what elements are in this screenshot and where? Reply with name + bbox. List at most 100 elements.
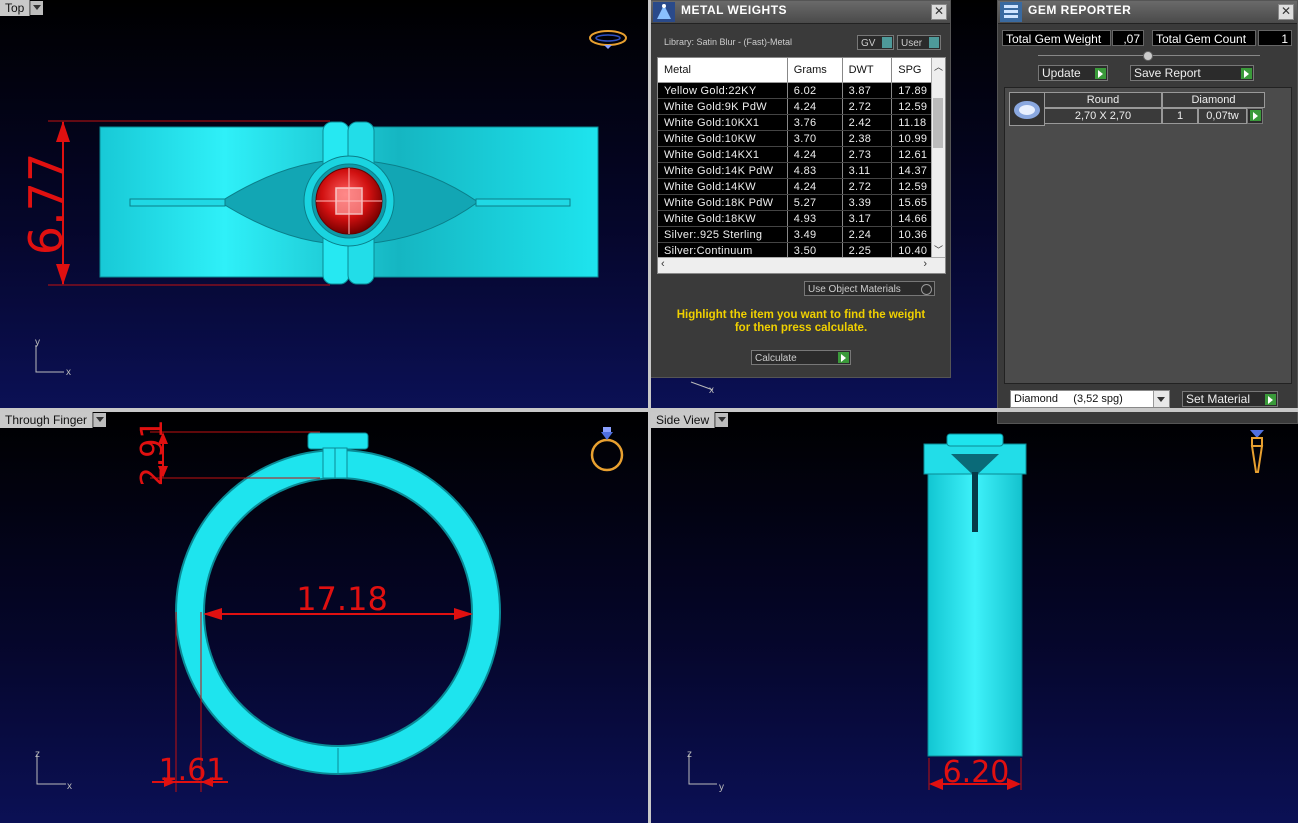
save-report-button[interactable]: Save Report bbox=[1130, 65, 1254, 81]
table-cell: 3.11 bbox=[842, 162, 893, 179]
table-cell: 4.24 bbox=[787, 146, 843, 163]
viewport-divider-vertical[interactable] bbox=[648, 0, 651, 823]
table-cell: 2.72 bbox=[842, 98, 893, 115]
table-cell: White Gold:18K PdW bbox=[658, 194, 788, 211]
play-icon bbox=[1265, 394, 1276, 405]
viewport-label-through-finger[interactable]: Through Finger bbox=[0, 412, 107, 428]
metal-weights-title: METAL WEIGHTS bbox=[681, 3, 788, 17]
axis-label-y: y bbox=[35, 337, 40, 348]
vertical-scrollbar[interactable]: ︿ ﹀ bbox=[931, 58, 945, 258]
horizontal-scrollbar[interactable]: ‹ › bbox=[658, 257, 945, 273]
viewport-through-finger[interactable]: 2.91 17.18 1.61 z x Through Finger bbox=[0, 412, 648, 823]
side-view-canvas: 6.20 z y bbox=[687, 430, 1264, 793]
use-object-materials-toggle[interactable]: Use Object Materials bbox=[804, 281, 935, 296]
chevron-right-icon[interactable]: › bbox=[923, 258, 927, 270]
column-header-metal[interactable]: Metal bbox=[658, 58, 788, 83]
ring-front-icon bbox=[590, 427, 624, 472]
table-cell: 3.76 bbox=[787, 114, 843, 131]
chevron-down-icon bbox=[1153, 391, 1169, 407]
chevron-down-icon[interactable] bbox=[30, 0, 44, 15]
table-cell: 4.93 bbox=[787, 210, 843, 227]
ring-side-icon bbox=[1250, 430, 1264, 473]
table-cell: White Gold:10KX1 bbox=[658, 114, 788, 131]
viewport-side[interactable]: 6.20 z y Side View bbox=[651, 412, 1298, 823]
table-row[interactable]: White Gold:14KX1 4.24 2.73 12.61 bbox=[658, 146, 945, 163]
user-toggle[interactable]: User bbox=[897, 35, 941, 50]
total-gem-count-value: 1 bbox=[1258, 30, 1292, 46]
dimension-band-width: 6.20 bbox=[943, 755, 1010, 790]
dimension-band-thickness: 1.61 bbox=[159, 753, 226, 788]
slider-knob-icon[interactable] bbox=[1143, 51, 1153, 61]
viewport-label-top[interactable]: Top bbox=[0, 0, 44, 16]
table-cell: 2.24 bbox=[842, 226, 893, 243]
table-row[interactable]: White Gold:18KW 4.93 3.17 14.66 bbox=[658, 210, 945, 227]
scale-icon bbox=[653, 2, 675, 22]
play-icon bbox=[1250, 110, 1261, 121]
viewport-label-side[interactable]: Side View bbox=[651, 412, 729, 428]
scroll-thumb[interactable] bbox=[933, 98, 943, 148]
table-cell: White Gold:9K PdW bbox=[658, 98, 788, 115]
table-row[interactable]: White Gold:10KX1 3.76 2.42 11.18 bbox=[658, 114, 945, 131]
table-row[interactable]: White Gold:14KW 4.24 2.72 12.59 bbox=[658, 178, 945, 195]
top-view-canvas: 6.77 y x bbox=[19, 30, 627, 378]
table-cell: 2.73 bbox=[842, 146, 893, 163]
update-button[interactable]: Update bbox=[1038, 65, 1108, 81]
table-cell: 6.02 bbox=[787, 82, 843, 99]
gv-toggle[interactable]: GV bbox=[857, 35, 894, 50]
table-row[interactable]: White Gold:10KW 3.70 2.38 10.99 bbox=[658, 130, 945, 147]
table-row[interactable]: White Gold:14K PdW 4.83 3.11 14.37 bbox=[658, 162, 945, 179]
close-icon[interactable]: ✕ bbox=[931, 4, 947, 20]
metal-weights-titlebar[interactable]: METAL WEIGHTS ✕ bbox=[651, 1, 950, 24]
table-cell: 3.39 bbox=[842, 194, 893, 211]
column-header-grams[interactable]: Grams bbox=[787, 58, 843, 83]
table-cell: White Gold:14KX1 bbox=[658, 146, 788, 163]
metal-table-container[interactable]: Metal Grams DWT SPG Yellow Gold:22KY 6.02… bbox=[657, 57, 946, 274]
chevron-down-icon[interactable]: ﹀ bbox=[934, 243, 943, 256]
gem-list: Round Diamond 2,70 X 2,70 1 0,07tw bbox=[1004, 87, 1292, 384]
table-cell: 3.87 bbox=[842, 82, 893, 99]
table-row[interactable]: Yellow Gold:22KY 6.02 3.87 17.89 bbox=[658, 82, 945, 99]
axis-label-z: z bbox=[687, 749, 692, 760]
through-finger-canvas: 2.91 17.18 1.61 z x bbox=[35, 420, 624, 792]
table-cell: 5.27 bbox=[787, 194, 843, 211]
gem-shape: Round bbox=[1044, 92, 1162, 108]
table-cell: White Gold:14KW bbox=[658, 178, 788, 195]
table-cell: 4.24 bbox=[787, 178, 843, 195]
table-row[interactable]: White Gold:9K PdW 4.24 2.72 12.59 bbox=[658, 98, 945, 115]
diamond-shape-icon bbox=[1009, 92, 1045, 126]
set-material-button[interactable]: Set Material bbox=[1182, 391, 1278, 407]
column-header-dwt[interactable]: DWT bbox=[842, 58, 893, 83]
axis-label-x: x bbox=[67, 781, 72, 792]
play-icon bbox=[1241, 68, 1252, 79]
chevron-left-icon[interactable]: ‹ bbox=[661, 258, 665, 270]
table-cell: 4.83 bbox=[787, 162, 843, 179]
close-icon[interactable]: ✕ bbox=[1278, 4, 1294, 20]
table-cell: 4.24 bbox=[787, 98, 843, 115]
ring-top-icon bbox=[589, 30, 627, 49]
chevron-up-icon[interactable]: ︿ bbox=[934, 60, 943, 73]
table-row[interactable]: White Gold:18K PdW 5.27 3.39 15.65 bbox=[658, 194, 945, 211]
radio-icon bbox=[921, 284, 932, 295]
library-label: Library: Satin Blur - (Fast)-Metal bbox=[664, 37, 793, 47]
total-gem-weight-value: ,07 bbox=[1112, 30, 1144, 46]
report-icon bbox=[1000, 2, 1022, 22]
table-cell: White Gold:14K PdW bbox=[658, 162, 788, 179]
play-icon bbox=[838, 352, 849, 363]
gem-reporter-titlebar[interactable]: GEM REPORTER ✕ bbox=[998, 1, 1297, 24]
table-cell: 2.42 bbox=[842, 114, 893, 131]
gem-row[interactable]: Round Diamond 2,70 X 2,70 1 0,07tw bbox=[1007, 90, 1277, 126]
table-row[interactable]: Silver:.925 Sterling 3.49 2.24 10.36 bbox=[658, 226, 945, 243]
play-icon bbox=[1095, 68, 1106, 79]
table-cell: 3.49 bbox=[787, 226, 843, 243]
metal-table: Metal Grams DWT SPG Yellow Gold:22KY 6.02… bbox=[658, 58, 945, 259]
gem-row-expand-button[interactable] bbox=[1247, 108, 1263, 124]
viewport-top[interactable]: 6.77 y x Top bbox=[0, 0, 648, 408]
axis-label-z: z bbox=[35, 749, 40, 760]
gem-count: 1 bbox=[1162, 108, 1198, 124]
material-select[interactable]: Diamond (3,52 spg) bbox=[1010, 390, 1170, 408]
chevron-down-icon[interactable] bbox=[715, 412, 729, 427]
calculate-button[interactable]: Calculate bbox=[751, 350, 851, 365]
chevron-down-icon[interactable] bbox=[93, 412, 107, 427]
axis-label-x-back: x bbox=[709, 385, 714, 396]
table-cell: 3.17 bbox=[842, 210, 893, 227]
